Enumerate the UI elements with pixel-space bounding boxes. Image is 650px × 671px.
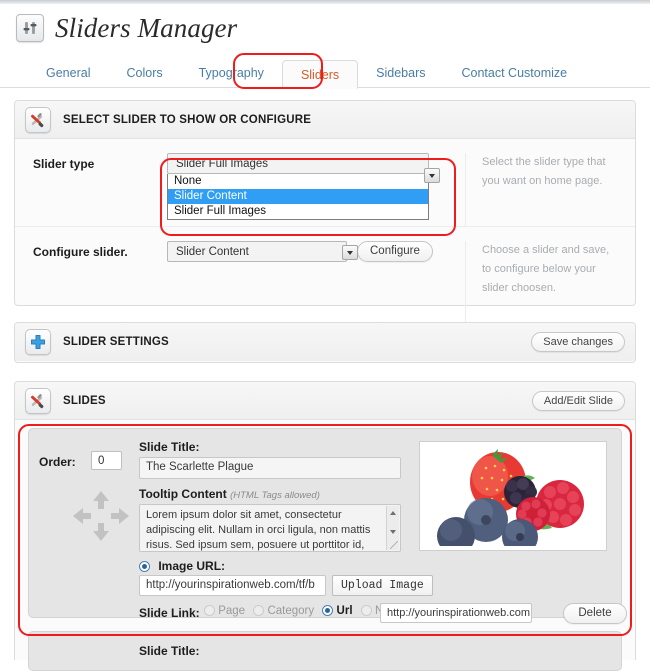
slide-title-input[interactable]: The Scarlette Plague	[139, 457, 401, 479]
slide-card: Order: 0 Slide Title: The Scarlette Plag…	[28, 428, 627, 624]
slide-link-option-category: Category	[267, 605, 315, 617]
configure-select-arrow-wrap	[180, 243, 360, 264]
slides-panel-header: SLIDES Add/Edit Slide	[15, 382, 635, 420]
save-changes-button[interactable]: Save changes	[531, 332, 625, 352]
slider-type-help: Select the slider type that you want on …	[465, 153, 635, 226]
slide-preview-image	[419, 441, 607, 551]
slide-link-radio-url[interactable]	[322, 605, 334, 616]
slide-link-radio-none[interactable]	[360, 605, 372, 616]
scroll-down-icon[interactable]	[390, 530, 396, 534]
configure-slider-help: Choose a slider and save, to configure b…	[465, 241, 635, 327]
select-slider-panel-title: SELECT SLIDER TO SHOW OR CONFIGURE	[63, 113, 312, 126]
configure-slider-row: Configure slider. Slider Content Configu…	[15, 227, 635, 327]
tools-icon	[25, 106, 51, 133]
slider-settings-panel: SLIDER SETTINGS Save changes	[14, 322, 636, 363]
slide-link-option-url: Url	[336, 605, 353, 617]
dropdown-option-slider-full-images[interactable]: Slider Full Images	[168, 204, 428, 219]
sliders-icon	[16, 14, 44, 42]
select-slider-panel-header: SELECT SLIDER TO SHOW OR CONFIGURE	[15, 101, 635, 139]
slide-link-radio-category[interactable]	[253, 605, 265, 616]
next-slide-card: Slide Title:	[28, 631, 622, 671]
plus-icon	[25, 329, 51, 355]
tooltip-content-label: Tooltip Content (HTML Tags allowed)	[139, 487, 320, 501]
scroll-up-icon[interactable]	[390, 511, 396, 515]
tab-sidebars[interactable]: Sidebars	[358, 59, 443, 88]
tab-sliders[interactable]: Sliders	[281, 60, 359, 89]
slides-panel-title: SLIDES	[63, 394, 106, 407]
page-title: Sliders Manager	[55, 12, 238, 43]
dropdown-option-slider-content[interactable]: Slider Content	[168, 189, 428, 204]
slide-link-radio-page[interactable]	[204, 605, 215, 616]
upload-image-button[interactable]: Upload Image	[332, 575, 433, 596]
tab-contact-customize[interactable]: Contact Customize	[444, 59, 586, 88]
slide-link-options: Page Category Url None	[204, 605, 402, 617]
image-url-radio[interactable]	[139, 561, 150, 572]
tooltip-content-value: Lorem ipsum dolor sit amet, consectetur …	[146, 509, 371, 551]
tab-typography[interactable]: Typography	[181, 59, 282, 88]
slider-type-select-arrow-wrap	[180, 166, 442, 187]
slide-title-label: Slide Title:	[139, 440, 200, 454]
configure-button[interactable]: Configure	[357, 241, 433, 262]
tab-general[interactable]: General	[28, 59, 108, 88]
chevron-down-icon[interactable]	[424, 168, 440, 183]
move-arrows-icon[interactable]	[71, 489, 131, 543]
slider-type-label: Slider type	[33, 157, 95, 171]
tab-bar: General Colors Typography Sliders Sideba…	[0, 58, 650, 89]
add-edit-slide-button[interactable]: Add/Edit Slide	[531, 391, 625, 411]
image-url-label: Image URL:	[139, 559, 225, 573]
resize-grip-icon[interactable]	[390, 541, 398, 549]
next-slide-title-label: Slide Title:	[139, 644, 200, 658]
image-url-input[interactable]: http://yourinspirationweb.com/tf/b	[139, 575, 326, 596]
tooltip-content-textarea[interactable]: Lorem ipsum dolor sit amet, consectetur …	[139, 504, 401, 552]
tooltip-content-note: (HTML Tags allowed)	[230, 490, 320, 501]
slider-settings-header: SLIDER SETTINGS Save changes	[15, 323, 635, 361]
delete-slide-button[interactable]: Delete	[563, 603, 627, 624]
chevron-down-icon[interactable]	[342, 245, 358, 260]
slider-settings-title: SLIDER SETTINGS	[63, 336, 169, 348]
slide-link-label: Slide Link:	[139, 606, 200, 620]
page-header: Sliders Manager	[0, 4, 650, 52]
order-input[interactable]: 0	[91, 451, 122, 470]
slide-link-url-input[interactable]: http://yourinspirationweb.com	[380, 603, 532, 623]
select-slider-panel: SELECT SLIDER TO SHOW OR CONFIGURE Slide…	[14, 100, 636, 327]
tab-colors[interactable]: Colors	[108, 59, 180, 88]
tooltip-content-label-text: Tooltip Content	[139, 487, 227, 501]
configure-slider-label: Configure slider.	[33, 245, 128, 259]
slides-panel: SLIDES Add/Edit Slide Order: 0 Slide Tit…	[14, 381, 636, 671]
slide-link-option-page: Page	[218, 605, 246, 617]
tools-icon	[25, 387, 51, 414]
image-url-label-text: Image URL:	[158, 559, 226, 573]
order-label: Order:	[39, 455, 76, 469]
